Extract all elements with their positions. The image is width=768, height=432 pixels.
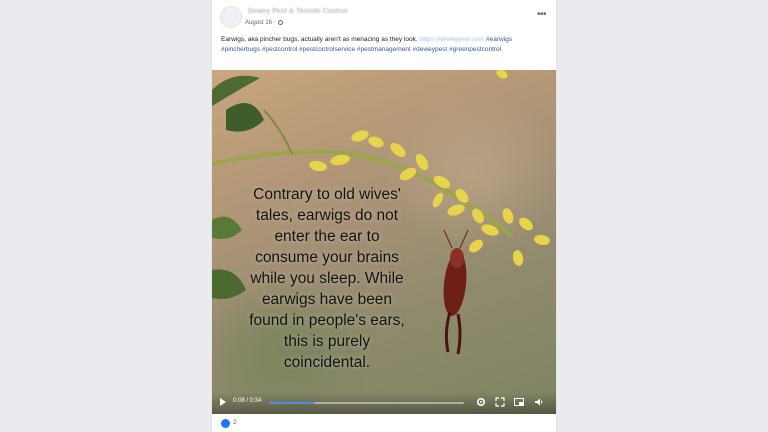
caption-line: found in people's ears, bbox=[249, 312, 405, 329]
post-date[interactable]: August 16 · bbox=[245, 20, 283, 26]
play-icon[interactable] bbox=[220, 398, 226, 406]
post-text: Earwigs, aka pincher bugs, actually aren… bbox=[221, 35, 551, 55]
video-player[interactable]: Contrary to old wives' tales, earwigs do … bbox=[212, 70, 556, 414]
caption-line: consume your brains bbox=[255, 249, 399, 266]
earwig-insect bbox=[443, 229, 469, 355]
progress-bar[interactable] bbox=[269, 402, 464, 404]
hashtag-link[interactable]: #earwigs bbox=[486, 36, 512, 43]
page-name[interactable]: Dewey Pest & Termite Control bbox=[248, 8, 347, 15]
page: Dewey Pest & Termite Control August 16 ·… bbox=[0, 0, 768, 432]
caption-line: tales, earwigs do not bbox=[255, 207, 399, 224]
post-caption: Earwigs, aka pincher bugs, actually aren… bbox=[221, 36, 418, 43]
hashtag-link[interactable]: #pincherbugs bbox=[221, 46, 260, 53]
fullscreen-icon[interactable] bbox=[495, 397, 505, 407]
post-header: Dewey Pest & Termite Control August 16 ·… bbox=[212, 0, 556, 34]
leaf bbox=[226, 102, 264, 132]
hashtag-link[interactable]: #deweypest bbox=[413, 46, 448, 53]
leaf bbox=[212, 75, 260, 106]
plant-stem bbox=[263, 109, 293, 155]
hashtag-link[interactable]: #pestmanagement bbox=[357, 46, 411, 53]
caption-line: earwigs have been bbox=[261, 291, 393, 308]
hashtag-link[interactable]: #pestcontrolservice bbox=[299, 46, 355, 53]
caption-line: while you sleep. While bbox=[250, 270, 404, 287]
caption-line: Contrary to old wives' bbox=[253, 186, 401, 203]
like-icon[interactable] bbox=[221, 419, 230, 428]
hashtag-link[interactable]: #pestcontrol bbox=[262, 46, 297, 53]
video-caption-overlay: Contrary to old wives' tales, earwigs do … bbox=[212, 184, 442, 373]
page-avatar[interactable] bbox=[220, 6, 242, 28]
more-options-button[interactable]: ••• bbox=[537, 10, 547, 20]
globe-icon bbox=[277, 20, 283, 25]
time-display: 0:08 / 0:34 bbox=[233, 398, 262, 404]
hashtag-link[interactable]: #greenpestcontrol bbox=[449, 46, 501, 53]
picture-in-picture-icon[interactable] bbox=[514, 397, 524, 407]
post-card: Dewey Pest & Termite Control August 16 ·… bbox=[212, 0, 556, 432]
post-link[interactable]: https://deweypest.com bbox=[420, 36, 485, 43]
post-date-text[interactable]: August 16 · bbox=[245, 20, 276, 26]
caption-line: this is purely bbox=[283, 333, 371, 350]
progress-fill bbox=[269, 402, 315, 404]
caption-line: coincidental. bbox=[283, 354, 371, 371]
reaction-count[interactable]: 2 bbox=[233, 419, 237, 426]
post-footer: 2 bbox=[212, 414, 556, 432]
volume-icon[interactable] bbox=[534, 397, 544, 407]
video-controls: 0:08 / 0:34 bbox=[212, 392, 556, 414]
caption-line: enter the ear to bbox=[274, 228, 380, 245]
settings-icon[interactable] bbox=[476, 397, 486, 407]
